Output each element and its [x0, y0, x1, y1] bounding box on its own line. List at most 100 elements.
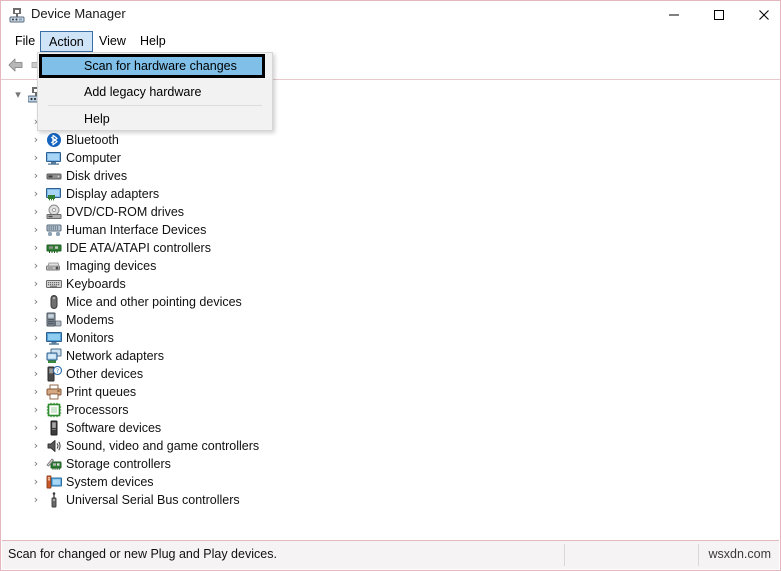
chevron-right-icon[interactable]: › [28, 311, 44, 329]
tree-item-label: Bluetooth [66, 133, 119, 147]
modem-icon [46, 312, 62, 328]
menu-item-label: Add legacy hardware [84, 85, 202, 99]
system-device-icon [46, 474, 62, 490]
chevron-right-icon[interactable]: › [28, 149, 44, 167]
tree-item-label: Sound, video and game controllers [66, 439, 260, 453]
menu-bar: File Action View Help [1, 29, 780, 53]
chevron-right-icon[interactable]: › [28, 203, 44, 221]
menu-item-add-legacy-hardware[interactable]: Add legacy hardware [38, 80, 272, 104]
tree-item-dvd-drives[interactable]: › DVD/CD-ROM drives [2, 203, 779, 221]
disk-drive-icon [46, 168, 62, 184]
chevron-right-icon[interactable]: › [28, 419, 44, 437]
processor-icon [46, 402, 62, 418]
tree-item-label: Processors [66, 403, 129, 417]
chevron-right-icon[interactable]: › [28, 347, 44, 365]
imaging-device-icon [46, 258, 62, 274]
tree-item-storage-controllers[interactable]: › Storage controllers [2, 455, 779, 473]
menu-item-help[interactable]: Help [38, 107, 272, 131]
tree-item-label: Imaging devices [66, 259, 157, 273]
chevron-right-icon[interactable]: › [28, 437, 44, 455]
chevron-right-icon[interactable]: › [28, 221, 44, 239]
menu-file[interactable]: File [7, 31, 43, 52]
chevron-right-icon[interactable]: › [28, 293, 44, 311]
tree-item-display-adapters[interactable]: › Display adapters [2, 185, 779, 203]
chevron-right-icon[interactable]: › [28, 365, 44, 383]
chevron-right-icon[interactable]: › [28, 257, 44, 275]
software-device-icon [46, 420, 62, 436]
chevron-down-icon[interactable]: ▾ [10, 86, 26, 104]
tree-item-label: DVD/CD-ROM drives [66, 205, 185, 219]
tree-item-software-devices[interactable]: › Software devices [2, 419, 779, 437]
tree-item-label: Computer [66, 151, 121, 165]
tree-item-system-devices[interactable]: › System devices [2, 473, 779, 491]
display-adapter-icon [46, 186, 62, 202]
monitor-icon [46, 330, 62, 346]
maximize-button[interactable] [696, 1, 741, 29]
tree-item-human-interface-devices[interactable]: › Human Interface Devices [2, 221, 779, 239]
tree-item-modems[interactable]: › Modems [2, 311, 779, 329]
menu-help[interactable]: Help [132, 31, 174, 52]
menu-view[interactable]: View [91, 31, 134, 52]
tree-item-imaging-devices[interactable]: › Imaging devices [2, 257, 779, 275]
tree-item-mice[interactable]: › Mice and other pointing devices [2, 293, 779, 311]
chevron-right-icon[interactable]: › [28, 275, 44, 293]
chevron-right-icon[interactable]: › [28, 383, 44, 401]
device-manager-window: Device Manager File Action View Help ▾ ›… [0, 0, 781, 571]
chevron-right-icon[interactable]: › [28, 185, 44, 203]
tree-item-label: Mice and other pointing devices [66, 295, 242, 309]
back-button[interactable] [5, 55, 27, 77]
close-button[interactable] [741, 1, 781, 29]
menu-separator [48, 105, 262, 106]
close-icon [741, 9, 781, 21]
chevron-right-icon[interactable]: › [28, 401, 44, 419]
device-manager-icon [9, 7, 25, 23]
computer-icon [46, 150, 62, 166]
tree-item-sound-controllers[interactable]: › Sound, video and game controllers [2, 437, 779, 455]
chevron-right-icon[interactable]: › [28, 239, 44, 257]
tree-item-label: Software devices [66, 421, 162, 435]
tree-item-usb-controllers[interactable]: › Universal Serial Bus controllers [2, 491, 779, 509]
printer-icon [46, 384, 62, 400]
storage-controller-icon [46, 456, 62, 472]
tree-item-network-adapters[interactable]: › Network adapters [2, 347, 779, 365]
menu-item-label: Help [84, 112, 110, 126]
status-message: Scan for changed or new Plug and Play de… [8, 547, 277, 561]
chevron-right-icon[interactable]: › [28, 455, 44, 473]
action-dropdown-menu: Scan for hardware changes Add legacy har… [37, 52, 273, 131]
ide-controller-icon [46, 240, 62, 256]
tree-item-bluetooth[interactable]: › Bluetooth [2, 131, 779, 149]
usb-icon [46, 492, 62, 508]
status-divider [564, 544, 565, 566]
chevron-right-icon[interactable]: › [28, 167, 44, 185]
minimize-button[interactable] [651, 1, 696, 29]
tree-item-print-queues[interactable]: › Print queues [2, 383, 779, 401]
chevron-right-icon[interactable]: › [28, 491, 44, 509]
tree-item-disk-drives[interactable]: › Disk drives [2, 167, 779, 185]
tree-item-ide-controllers[interactable]: › IDE ATA/ATAPI controllers [2, 239, 779, 257]
chevron-right-icon[interactable]: › [28, 329, 44, 347]
tree-item-other-devices[interactable]: › ? Other devices [2, 365, 779, 383]
menu-action[interactable]: Action [40, 31, 93, 52]
other-device-icon: ? [46, 365, 63, 382]
tree-item-label: Keyboards [66, 277, 126, 291]
title-bar: Device Manager [1, 1, 780, 29]
tree-item-keyboards[interactable]: › Keyboards [2, 275, 779, 293]
status-divider [698, 544, 699, 566]
menu-item-scan-for-hardware-changes[interactable]: Scan for hardware changes [39, 54, 265, 78]
tree-item-label: Storage controllers [66, 457, 171, 471]
tree-item-computer[interactable]: › Computer [2, 149, 779, 167]
chevron-right-icon[interactable]: › [28, 473, 44, 491]
tree-item-label: Other devices [66, 367, 144, 381]
tree-item-label: Monitors [66, 331, 114, 345]
chevron-right-icon[interactable]: › [28, 131, 44, 149]
status-bar: Scan for changed or new Plug and Play de… [2, 540, 779, 569]
watermark: wsxdn.com [708, 547, 771, 561]
back-arrow-icon [6, 58, 26, 78]
network-adapter-icon [46, 348, 62, 364]
tree-item-monitors[interactable]: › Monitors [2, 329, 779, 347]
keyboard-icon [46, 276, 62, 292]
tree-item-label: Network adapters [66, 349, 164, 363]
tree-item-processors[interactable]: › Processors [2, 401, 779, 419]
tree-item-label: Universal Serial Bus controllers [66, 493, 240, 507]
device-tree[interactable]: ▾ › › Bluetooth › Computer › Disk drives… [2, 80, 779, 540]
